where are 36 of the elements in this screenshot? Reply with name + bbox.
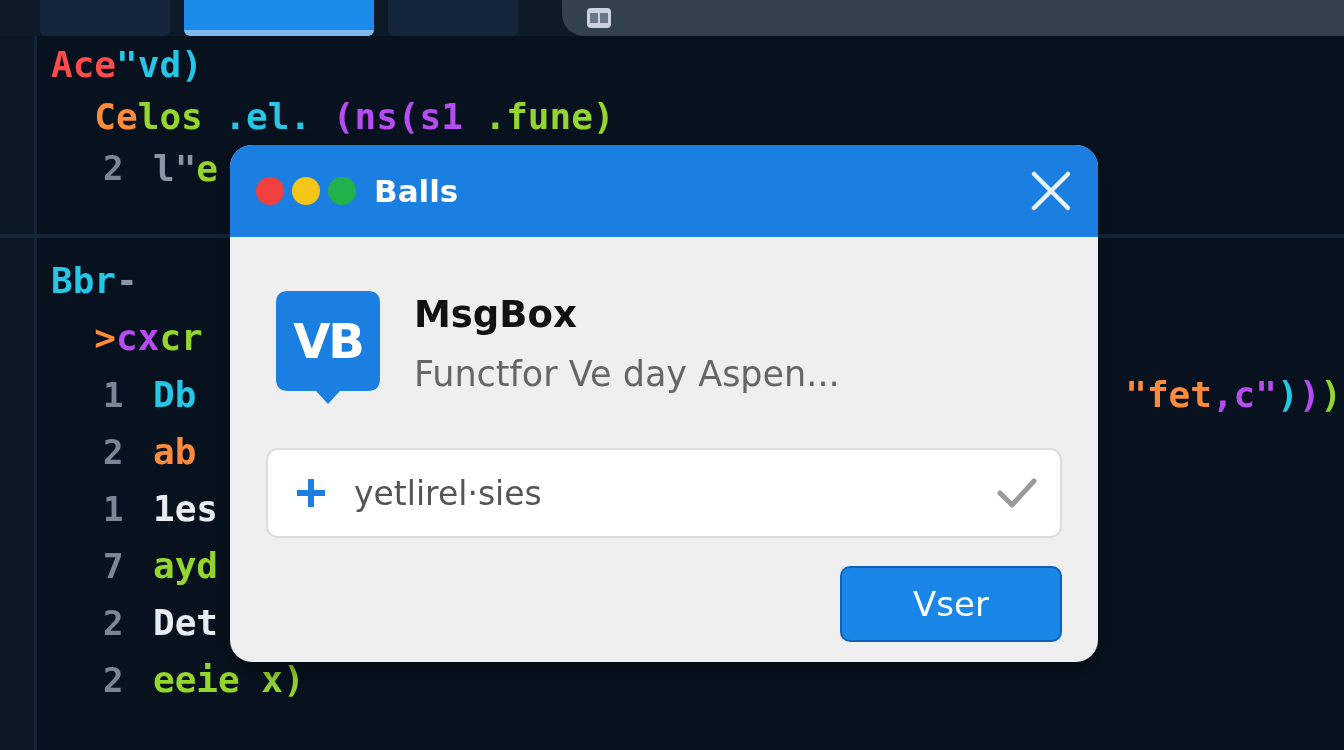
code-line: ab: [153, 431, 197, 472]
app-icon: VB: [276, 291, 380, 404]
line-number: 7: [103, 545, 125, 586]
message-text: Functfor Ve day Aspen...: [414, 354, 840, 394]
code-line: eeie x): [153, 659, 305, 700]
window-control-dot[interactable]: [256, 177, 284, 205]
line-number: 2: [103, 602, 125, 643]
plus-icon: [294, 476, 328, 510]
code-line: Db: [153, 374, 197, 415]
address-bar[interactable]: [562, 0, 1344, 36]
code-line: ayd: [153, 545, 219, 586]
editor-tab[interactable]: [40, 0, 170, 36]
input-field[interactable]: yetlirel·sies: [266, 448, 1062, 538]
code-line: l"e: [153, 147, 219, 189]
code-line: >cxcr: [93, 317, 203, 358]
code-line: Ace"vd): [51, 43, 203, 85]
line-number: 2: [103, 659, 125, 700]
editor-tab[interactable]: [388, 0, 518, 36]
close-icon: [1030, 170, 1072, 212]
code-line: 1es: [153, 488, 219, 529]
close-button[interactable]: [1030, 170, 1072, 212]
code-line: Bbr-: [51, 260, 138, 301]
confirm-button[interactable]: Vser: [840, 566, 1062, 642]
window-control-dot[interactable]: [292, 177, 320, 205]
line-number: 1: [103, 374, 125, 415]
code-line: "fet,c"))): [1125, 374, 1343, 415]
line-number: 2: [103, 431, 125, 472]
line-number: 2: [103, 148, 125, 188]
message-heading: MsgBox: [414, 293, 578, 336]
code-line: Det: [153, 602, 219, 643]
window-control-dot[interactable]: [328, 177, 356, 205]
window-icon: [586, 7, 612, 29]
line-number: 1: [103, 488, 125, 529]
editor-tab[interactable]: [184, 0, 374, 36]
dialog-title: Balls: [374, 173, 460, 209]
code-line: Celos .el. (ns(s1 .fune): [93, 95, 615, 137]
